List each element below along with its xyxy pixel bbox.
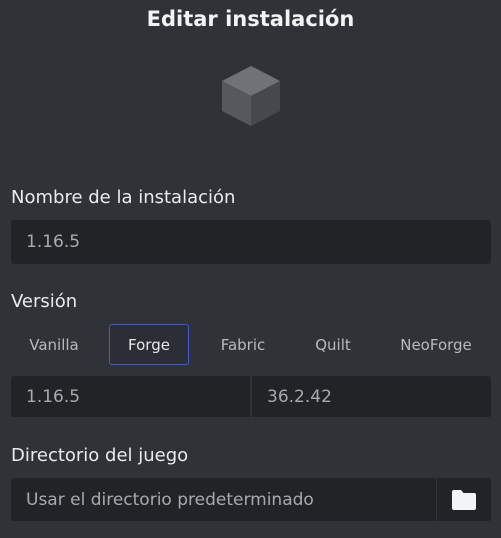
dialog-title: Editar instalación <box>146 7 355 31</box>
loader-tab-quilt[interactable]: Quilt <box>295 324 371 365</box>
loader-tab-fabric[interactable]: Fabric <box>201 324 285 365</box>
loader-tab-neoforge[interactable]: NeoForge <box>381 324 491 365</box>
edit-installation-dialog: Editar instalación Nombre de la instalac… <box>0 0 501 538</box>
loader-selector: Vanilla Forge Fabric Quilt NeoForge <box>11 324 491 365</box>
loader-version-select[interactable]: 36.2.42 <box>252 376 491 417</box>
installation-name-value: 1.16.5 <box>26 232 81 252</box>
game-version-value: 1.16.5 <box>26 386 81 407</box>
game-version-select[interactable]: 1.16.5 <box>11 376 250 417</box>
browse-directory-button[interactable] <box>436 478 491 521</box>
loader-tab-forge[interactable]: Forge <box>109 324 189 365</box>
game-directory-label: Directorio del juego <box>11 445 189 466</box>
version-label: Versión <box>11 291 78 312</box>
installation-name-input[interactable]: 1.16.5 <box>11 220 491 264</box>
game-directory-placeholder: Usar el directorio predeterminado <box>26 489 314 510</box>
game-directory-input[interactable]: Usar el directorio predeterminado <box>11 478 436 521</box>
installation-name-label: Nombre de la instalación <box>11 187 236 208</box>
loader-version-value: 36.2.42 <box>267 386 332 407</box>
loader-tab-vanilla[interactable]: Vanilla <box>11 324 97 365</box>
folder-icon <box>452 489 476 510</box>
cube-icon[interactable] <box>218 63 284 129</box>
